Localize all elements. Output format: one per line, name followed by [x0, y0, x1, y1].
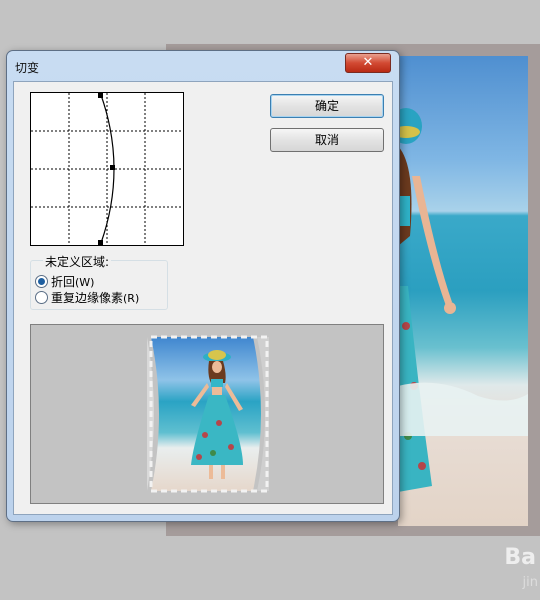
- watermark-logo: Ba: [504, 545, 536, 570]
- close-icon: ✕: [362, 55, 374, 70]
- radio-label-wrap-around: 折回: [51, 275, 76, 289]
- dialog-client: 确定 取消 未定义区域: 折回(W) 重复边缘像素(R): [13, 81, 393, 515]
- ok-button[interactable]: 确定: [270, 94, 384, 118]
- curve-point-bottom[interactable]: [98, 240, 103, 245]
- preview-pane: [30, 324, 384, 504]
- radio-wrap-around[interactable]: 折回(W): [35, 273, 94, 290]
- watermark-sub: jin: [522, 575, 538, 590]
- undefined-area-legend: 未定义区域:: [43, 253, 112, 270]
- title-bar[interactable]: 切变 ✕: [7, 51, 399, 79]
- curve-point-top[interactable]: [98, 93, 103, 98]
- dialog-title: 切变: [15, 61, 40, 75]
- preview-thumbnail: [147, 335, 269, 493]
- canvas-photo: [398, 56, 528, 526]
- close-button[interactable]: ✕: [345, 53, 391, 73]
- radio-label-repeat-edge: 重复边缘像素: [51, 291, 124, 305]
- radio-repeat-edge-pixels[interactable]: 重复边缘像素(R): [35, 289, 139, 306]
- curve-point-middle[interactable]: [110, 165, 115, 170]
- radio-hotkey-repeat-edge: (R): [123, 292, 140, 305]
- radio-button-selected[interactable]: [35, 275, 48, 288]
- undefined-area-group: 未定义区域: 折回(W) 重复边缘像素(R): [30, 253, 168, 310]
- shear-dialog: 切变 ✕ 确定 取消 未定义区域: 折回(W) 重复边缘像素(R): [6, 50, 400, 522]
- cancel-button[interactable]: 取消: [270, 128, 384, 152]
- radio-button-unselected[interactable]: [35, 291, 48, 304]
- radio-hotkey-wrap-around: (W): [75, 276, 95, 289]
- shear-curve-grid[interactable]: [30, 92, 184, 246]
